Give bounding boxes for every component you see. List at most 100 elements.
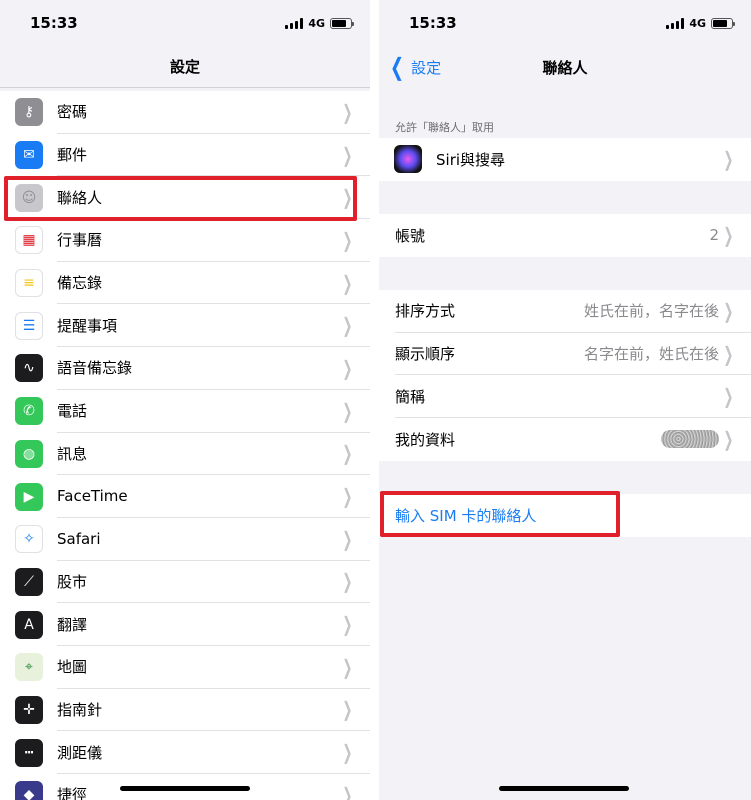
blurred-name: [661, 430, 719, 449]
chevron-right-icon: ❯: [342, 99, 353, 124]
chevron-right-icon: ❯: [342, 484, 353, 509]
page-title: 聯絡人: [542, 58, 588, 77]
settings-row[interactable]: ✉ 郵件 ❯: [0, 133, 370, 177]
contacts-settings-screen: 15:33 4G ❮ 設定 聯絡人 允許「聯絡人」取用 Siri與搜尋 ❯ 帳號…: [379, 0, 751, 800]
settings-row[interactable]: ∿ 語音備忘錄 ❯: [0, 347, 370, 390]
settings-row[interactable]: ▶ FaceTime ❯: [0, 475, 370, 518]
accounts-group: 帳號 2 ❯: [379, 214, 751, 257]
home-indicator: [120, 786, 250, 791]
accounts-label: 帳號: [395, 226, 426, 245]
status-bar: 15:33 4G: [379, 0, 751, 46]
settings-row[interactable]: ☰ 提醒事項 ❯: [0, 304, 370, 348]
chevron-right-icon: ❯: [342, 654, 353, 679]
settings-row[interactable]: ▦ 行事曆 ❯: [0, 219, 370, 262]
settings-row[interactable]: ✧ Safari ❯: [0, 517, 370, 561]
chevron-right-icon: ❯: [723, 147, 734, 172]
settings-screen: 15:33 4G 設定 ⚷ 密碼 ❯ ✉ 郵件 ❯ ☺ 聯絡人 ❯ ▦ 行事曆 ❯ ≡ 備忘錄 ❯ ☰ 提醒事項…: [0, 0, 370, 800]
settings-row[interactable]: A 翻譯 ❯: [0, 603, 370, 646]
accounts-row[interactable]: 帳號 2 ❯: [379, 214, 751, 257]
settings-row[interactable]: ⟋ 股市 ❯: [0, 560, 370, 604]
display-order-row[interactable]: 顯示順序 名字在前，姓氏在後 ❯: [379, 332, 751, 376]
battery-icon: [330, 17, 354, 29]
chevron-right-icon: ❯: [342, 355, 353, 380]
settings-row[interactable]: ✛ 指南針 ❯: [0, 688, 370, 732]
short-name-label: 簡稱: [395, 387, 426, 406]
settings-row-label: 股市: [57, 572, 88, 591]
network-label: 4G: [689, 16, 706, 30]
chevron-right-icon: ❯: [342, 740, 353, 765]
signal-icon: [285, 17, 304, 29]
battery-icon: [711, 17, 735, 29]
chevron-right-icon: ❯: [723, 223, 734, 248]
chevron-right-icon: ❯: [342, 270, 353, 295]
chevron-right-icon: ❯: [342, 526, 353, 551]
settings-row[interactable]: ⌖ 地圖 ❯: [0, 645, 370, 689]
settings-row[interactable]: ✆ 電話 ❯: [0, 389, 370, 433]
key-icon: ⚷: [15, 98, 43, 127]
chevron-right-icon: ❯: [723, 384, 734, 409]
compass-icon: ✛: [15, 695, 43, 724]
chevron-left-icon: ❮: [390, 53, 405, 81]
chevron-right-icon: ❯: [342, 142, 353, 167]
safari-icon: ✧: [15, 525, 43, 554]
section-header: 允許「聯絡人」取用: [395, 121, 494, 134]
stocks-icon: ⟋: [15, 567, 43, 596]
settings-row-label: 語音備忘錄: [57, 359, 133, 378]
phone-icon: ✆: [15, 397, 43, 426]
sort-order-label: 排序方式: [395, 302, 456, 321]
sort-order-value: 姓氏在前，名字在後: [583, 302, 719, 321]
notes-icon: ≡: [15, 269, 43, 298]
nav-bar: 設定: [0, 46, 370, 88]
chevron-right-icon: ❯: [342, 697, 353, 722]
settings-row-label: 捷徑: [57, 786, 88, 800]
siri-search-row[interactable]: Siri與搜尋 ❯: [379, 138, 751, 181]
mail-icon: ✉: [15, 141, 43, 170]
sort-order-row[interactable]: 排序方式 姓氏在前，名字在後 ❯: [379, 290, 751, 333]
nav-bar: ❮ 設定 聯絡人: [379, 46, 751, 88]
my-info-row[interactable]: 我的資料 ❯: [379, 418, 751, 461]
settings-row[interactable]: ◍ 訊息 ❯: [0, 432, 370, 476]
display-group: 排序方式 姓氏在前，名字在後 ❯ 顯示順序 名字在前，姓氏在後 ❯ 簡稱 ❯ 我…: [379, 290, 751, 461]
chevron-right-icon: ❯: [342, 441, 353, 466]
chevron-right-icon: ❯: [342, 313, 353, 338]
back-label: 設定: [411, 58, 442, 77]
settings-row-label: Safari: [57, 529, 101, 548]
translate-icon: A: [15, 610, 43, 639]
chevron-right-icon: ❯: [342, 227, 353, 252]
calendar-icon: ▦: [15, 226, 43, 255]
settings-row[interactable]: ┅ 測距儀 ❯: [0, 731, 370, 774]
siri-label: Siri與搜尋: [436, 150, 506, 169]
accounts-count: 2: [709, 226, 719, 245]
settings-row[interactable]: ⚷ 密碼 ❯: [0, 91, 370, 134]
chevron-right-icon: ❯: [342, 398, 353, 423]
short-name-row[interactable]: 簡稱 ❯: [379, 375, 751, 419]
chevron-right-icon: ❯: [723, 427, 734, 452]
status-time: 15:33: [409, 14, 457, 32]
display-order-label: 顯示順序: [395, 345, 456, 364]
shortcuts-icon: ◆: [15, 781, 43, 800]
chevron-right-icon: ❯: [723, 341, 734, 366]
settings-row-label: FaceTime: [57, 487, 128, 506]
chevron-right-icon: ❯: [342, 612, 353, 637]
signal-icon: [666, 17, 685, 29]
settings-row-label: 行事曆: [57, 231, 103, 250]
network-label: 4G: [308, 16, 325, 30]
back-button[interactable]: ❮ 設定: [387, 46, 441, 88]
highlight-contacts: [4, 176, 357, 221]
page-title: 設定: [169, 58, 200, 76]
settings-row-label: 訊息: [57, 444, 88, 463]
display-order-value: 名字在前，姓氏在後: [583, 345, 719, 364]
settings-row-label: 電話: [57, 402, 88, 421]
settings-row-label: 指南針: [57, 700, 103, 719]
facetime-icon: ▶: [15, 482, 43, 511]
status-time: 15:33: [30, 14, 78, 32]
highlight-import-sim: [380, 491, 620, 537]
settings-row-label: 地圖: [57, 658, 88, 677]
settings-row[interactable]: ≡ 備忘錄 ❯: [0, 261, 370, 305]
status-bar: 15:33 4G: [0, 0, 370, 46]
siri-group: Siri與搜尋 ❯: [379, 138, 751, 181]
maps-icon: ⌖: [15, 653, 43, 682]
settings-row-label: 郵件: [57, 146, 88, 165]
chevron-right-icon: ❯: [723, 298, 734, 323]
voice-memos-icon: ∿: [15, 354, 43, 383]
